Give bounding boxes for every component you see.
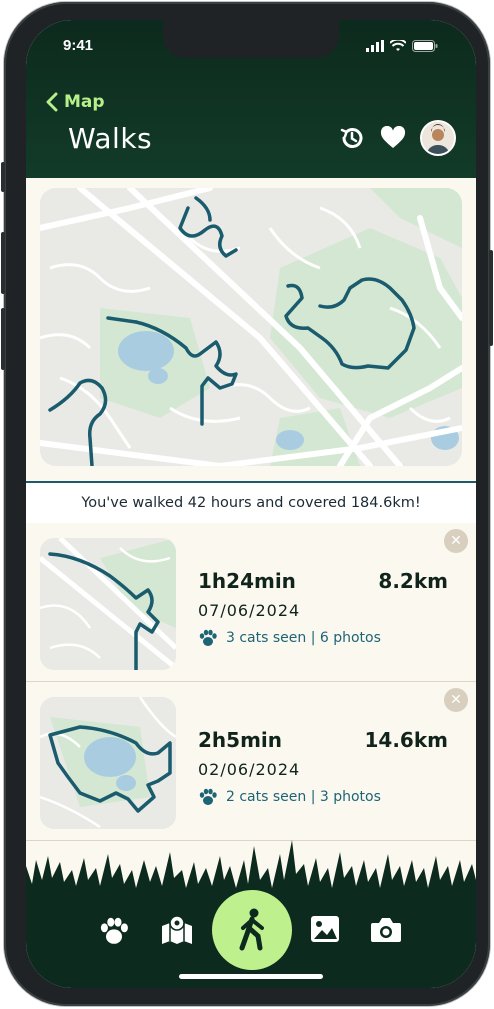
history-icon[interactable] xyxy=(338,124,366,152)
volume-up-button xyxy=(1,232,5,294)
walk-summary-text: You've walked 42 hours and covered 184.6… xyxy=(81,495,421,511)
battery-icon xyxy=(412,40,438,52)
close-icon[interactable]: ✕ xyxy=(444,529,468,553)
walk-duration: 2h5min xyxy=(198,728,283,752)
wifi-icon xyxy=(390,40,406,51)
walks-overview-map[interactable] xyxy=(40,188,462,466)
app-header: 9:41 Map Walks xyxy=(26,20,476,178)
walk-distance: 14.6km xyxy=(364,728,449,752)
camera-icon[interactable] xyxy=(370,914,402,944)
back-label: Map xyxy=(64,92,105,112)
walk-duration: 1h24min xyxy=(198,569,296,593)
walk-meta-text: 2 cats seen | 3 photos xyxy=(226,789,381,805)
close-icon[interactable]: ✕ xyxy=(444,688,468,712)
walk-card[interactable]: 1h24min 8.2km 07/06/2024 3 cats seen | 6… xyxy=(26,523,476,682)
walk-meta-text: 3 cats seen | 6 photos xyxy=(226,630,381,646)
phone-frame: 9:41 Map Walks You've walked 42 hours an… xyxy=(1,2,493,1006)
home-indicator[interactable] xyxy=(179,974,323,979)
walk-meta: 2 cats seen | 3 photos xyxy=(198,788,381,806)
walk-map-thumbnail[interactable] xyxy=(40,697,176,829)
signal-icon xyxy=(366,40,384,52)
walk-date: 07/06/2024 xyxy=(198,601,301,620)
walk-meta: 3 cats seen | 6 photos xyxy=(198,629,381,647)
status-icons xyxy=(366,40,438,52)
volume-down-button xyxy=(1,308,5,370)
chevron-left-icon xyxy=(46,92,58,112)
power-button xyxy=(489,250,493,346)
header-actions xyxy=(338,120,456,156)
walk-summary: You've walked 42 hours and covered 184.6… xyxy=(26,481,476,525)
status-time: 9:41 xyxy=(63,37,94,54)
app-screen: 9:41 Map Walks You've walked 42 hours an… xyxy=(26,20,476,988)
page-title: Walks xyxy=(68,122,153,155)
image-icon[interactable] xyxy=(310,914,340,944)
map-icon[interactable] xyxy=(160,914,194,946)
paw-icon[interactable] xyxy=(98,916,130,946)
walk-card[interactable]: 2h5min 14.6km 02/06/2024 2 cats seen | 3… xyxy=(26,682,476,841)
walk-date: 02/06/2024 xyxy=(198,760,301,779)
back-button[interactable]: Map xyxy=(46,92,105,112)
paw-icon xyxy=(199,788,217,805)
start-walk-button[interactable] xyxy=(212,890,292,970)
heart-icon[interactable] xyxy=(380,126,406,150)
walk-distance: 8.2km xyxy=(378,569,448,593)
walk-map-thumbnail[interactable] xyxy=(40,538,176,670)
mute-switch xyxy=(1,162,5,192)
notch xyxy=(163,20,339,58)
paw-icon xyxy=(199,629,217,646)
walking-person-icon xyxy=(239,908,264,951)
avatar[interactable] xyxy=(420,120,456,156)
